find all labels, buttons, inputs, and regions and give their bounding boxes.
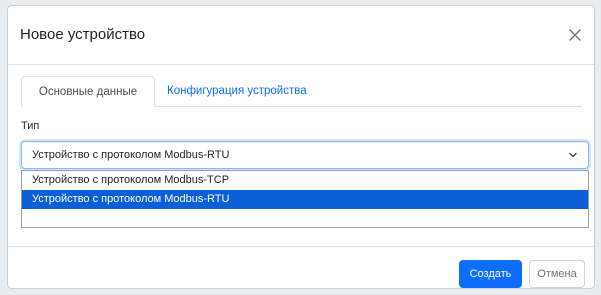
new-device-dialog: Новое устройство Основные данные Конфигу… — [7, 5, 595, 289]
type-select-value: Устройство с протоколом Modbus-RTU — [32, 149, 230, 161]
tab-bar: Основные данные Конфигурация устройства — [21, 76, 582, 107]
tab-device-configuration[interactable]: Конфигурация устройства — [167, 76, 307, 106]
type-select[interactable]: Устройство с протоколом Modbus-RTU — [21, 141, 589, 169]
cancel-button[interactable]: Отмена — [529, 260, 585, 288]
close-button[interactable] — [564, 24, 586, 46]
type-label: Тип — [21, 120, 40, 132]
type-option-modbus-tcp[interactable]: Устройство с протоколом Modbus-TCP — [22, 171, 588, 190]
create-button[interactable]: Создать — [459, 260, 522, 288]
chevron-down-icon — [569, 152, 577, 158]
type-option-modbus-rtu[interactable]: Устройство с протоколом Modbus-RTU — [22, 190, 588, 209]
modal-header: Новое устройство — [8, 6, 594, 65]
modal-footer: Создать Отмена — [8, 246, 594, 288]
close-icon — [569, 29, 581, 41]
modal-title: Новое устройство — [20, 26, 146, 43]
tab-basic-data[interactable]: Основные данные — [21, 76, 155, 107]
type-dropdown-list: Устройство с протоколом Modbus-TCP Устро… — [21, 170, 589, 228]
